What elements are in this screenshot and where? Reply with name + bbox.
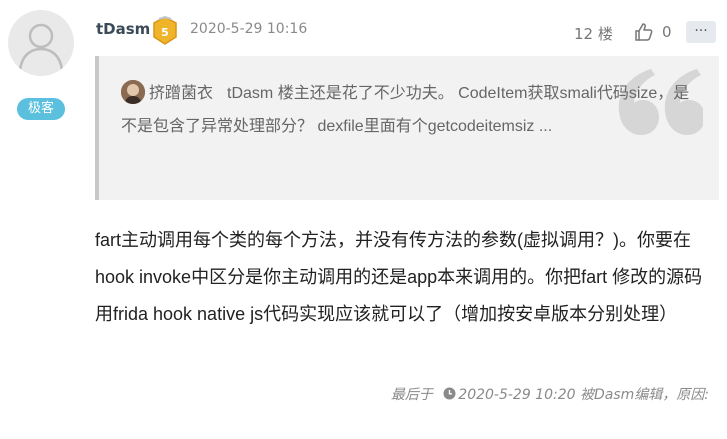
level-number: 5 [161,26,169,39]
role-badge: 极客 [17,98,65,120]
post-time: 2020-5-29 10:16 [190,21,308,37]
more-button[interactable]: ··· [686,21,716,43]
quote-author-avatar[interactable] [121,80,145,104]
post-content: fart主动调用每个类的每个方法，并没有传方法的参数(虚拟调用？)。你要在hoo… [95,230,703,324]
edit-time: 2020-5-29 10:20 [458,387,576,403]
floor-number: 12 楼 [574,25,613,43]
user-avatar[interactable] [8,10,74,76]
edit-prefix: 最后于 [390,387,433,403]
quote-author[interactable]: 挤蹭菌衣 [149,85,213,102]
thumbs-up-icon[interactable] [634,22,654,42]
like-count: 0 [662,23,672,41]
quote-block: 挤蹭菌衣 tDasm 楼主还是花了不少功夫。 CodeItem获取smali代码s… [95,56,719,200]
edit-info: 最后于 2020-5-29 10:20 被Dasm编辑，原因: [391,384,709,404]
edit-by: 被Dasm编辑 [579,387,663,403]
edit-reason: ，原因: [662,387,709,403]
quote-text: 挤蹭菌衣 tDasm 楼主还是花了不少功夫。 CodeItem获取smali代码s… [121,77,699,143]
clock-icon [443,387,456,400]
username-link[interactable]: tDasm [96,20,150,38]
level-badge-icon: 5 [152,16,178,46]
